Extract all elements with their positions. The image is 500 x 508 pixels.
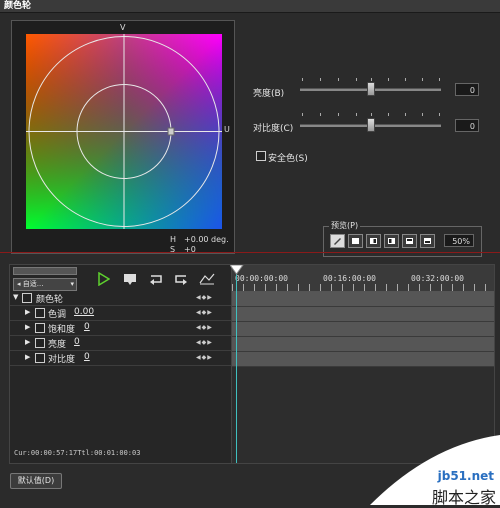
track-row-saturation[interactable] xyxy=(232,322,494,337)
timecode-status: Cur:00:00:57:17Ttl:00:01:00:03 xyxy=(14,449,141,457)
tree-label: 颜色轮 xyxy=(36,295,64,305)
playhead-line[interactable] xyxy=(236,265,237,463)
color-wheel[interactable] xyxy=(26,34,222,229)
brightness-slider-thumb[interactable] xyxy=(367,82,375,96)
keyframe-nav-icon[interactable]: ◀◆▶ xyxy=(196,309,213,316)
tree-value[interactable]: 0 xyxy=(74,337,80,347)
ruler-tick-label: 00:00:00:00 xyxy=(235,274,288,283)
keyframe-nav-icon[interactable]: ◀◆▶ xyxy=(196,324,213,331)
split-top-icon xyxy=(406,238,413,244)
ruler-tick-label: 00:32:00:00 xyxy=(411,274,464,283)
full-view-icon xyxy=(352,238,359,244)
hue-value: +0.00 deg. xyxy=(184,235,229,244)
axis-v-label: V xyxy=(120,23,126,32)
keyframe-nav-icon[interactable]: ◀◆▶ xyxy=(196,354,213,361)
keyframe-nav-icon[interactable]: ◀◆▶ xyxy=(196,294,213,301)
tree-label: 饱和度 xyxy=(48,325,76,335)
safe-color-checkbox[interactable] xyxy=(256,151,266,161)
hue-checkbox[interactable] xyxy=(35,308,45,318)
track-row-brightness[interactable] xyxy=(232,337,494,352)
tree-label: 亮度 xyxy=(48,340,67,350)
preview-zoom-field[interactable]: 50% xyxy=(444,234,474,247)
brightness-checkbox[interactable] xyxy=(35,338,45,348)
play-icon[interactable] xyxy=(98,272,110,286)
fit-dropdown-value: 自适... xyxy=(22,280,44,288)
expand-right-icon: ▶ xyxy=(25,308,31,316)
brightness-value-field[interactable]: 0 xyxy=(455,83,479,96)
tree-label: 色调 xyxy=(48,310,67,320)
contrast-checkbox[interactable] xyxy=(35,353,45,363)
timeline-ruler[interactable]: 00:00:00:00 00:16:00:00 00:32:00:00 xyxy=(232,265,494,292)
fit-dropdown[interactable]: ◂ 自适... ▾ xyxy=(13,278,77,291)
hue-label: H xyxy=(170,235,177,244)
expand-right-icon: ▶ xyxy=(25,353,31,361)
preview-label: 预览(P) xyxy=(329,220,361,231)
title-bar: 颜色轮 xyxy=(0,0,500,13)
contrast-slider-thumb[interactable] xyxy=(367,118,375,132)
watermark-brand: 脚本之家 xyxy=(431,488,496,507)
graph-icon[interactable] xyxy=(199,272,215,285)
contrast-label: 对比度(C) xyxy=(253,124,294,134)
preview-toggle-button[interactable] xyxy=(330,234,345,248)
prev-icon: ◂ xyxy=(17,280,21,288)
split-right-icon xyxy=(388,238,395,244)
timeline-panel: 00:00:00:00 00:16:00:00 00:32:00:00 xyxy=(230,264,495,464)
saturation-checkbox[interactable] xyxy=(35,323,45,333)
tree-label: 对比度 xyxy=(48,355,76,365)
add-keyframe-icon[interactable] xyxy=(123,273,137,285)
preview-full-button[interactable] xyxy=(348,234,363,248)
contrast-value-field[interactable]: 0 xyxy=(455,119,479,132)
ruler-ticks xyxy=(232,284,494,291)
tree-row-colorwheel[interactable]: ▼ 颜色轮 ◀◆▶ xyxy=(10,291,231,306)
preview-split-right-button[interactable] xyxy=(384,234,399,248)
divider-line xyxy=(0,252,500,253)
chevron-down-icon: ▾ xyxy=(70,280,74,288)
split-left-icon xyxy=(370,238,377,244)
zoom-slider[interactable] xyxy=(13,267,77,275)
window-title: 颜色轮 xyxy=(4,1,32,11)
watermark: jb51.net 脚本之家 xyxy=(360,435,500,507)
colorwheel-checkbox[interactable] xyxy=(22,293,32,303)
preview-split-bottom-button[interactable] xyxy=(420,234,435,248)
track-row-contrast[interactable] xyxy=(232,352,494,367)
expand-right-icon: ▶ xyxy=(25,338,31,346)
preview-split-top-button[interactable] xyxy=(402,234,417,248)
prev-keyframe-icon[interactable] xyxy=(149,273,163,285)
tree-row-brightness[interactable]: ▶ 亮度 0 ◀◆▶ xyxy=(10,336,231,351)
safe-color-label: 安全色(S) xyxy=(268,154,308,164)
expand-right-icon: ▶ xyxy=(25,323,31,331)
expand-down-icon: ▼ xyxy=(13,293,19,301)
tree-value[interactable]: 0 xyxy=(84,352,90,362)
tree-value[interactable]: 0.00 xyxy=(74,307,94,317)
track-row-hue[interactable] xyxy=(232,307,494,322)
split-bottom-icon xyxy=(424,238,431,244)
preview-icon xyxy=(334,238,341,245)
track-row-colorwheel[interactable] xyxy=(232,292,494,307)
watermark-site: jb51.net xyxy=(437,469,494,483)
brightness-label: 亮度(B) xyxy=(253,89,285,99)
default-button[interactable]: 默认值(D) xyxy=(10,473,62,489)
axis-u-label: U xyxy=(224,125,230,134)
keyframe-nav-icon[interactable]: ◀◆▶ xyxy=(196,339,213,346)
keyframe-tree-panel: ◂ 自适... ▾ ▼ 颜色轮 ◀◆▶ ▶ 色调 0.00 ◀◆▶ ▶ 饱和度 … xyxy=(9,264,232,464)
tree-row-hue[interactable]: ▶ 色调 0.00 ◀◆▶ xyxy=(10,306,231,321)
next-keyframe-icon[interactable] xyxy=(174,273,188,285)
preview-split-left-button[interactable] xyxy=(366,234,381,248)
tree-value[interactable]: 0 xyxy=(84,322,90,332)
tree-row-saturation[interactable]: ▶ 饱和度 0 ◀◆▶ xyxy=(10,321,231,336)
playhead-marker-icon[interactable] xyxy=(230,265,244,275)
ruler-tick-label: 00:16:00:00 xyxy=(323,274,376,283)
color-wheel-panel: V U H +0.00 deg. S +0 xyxy=(11,20,235,254)
tree-row-contrast[interactable]: ▶ 对比度 0 ◀◆▶ xyxy=(10,351,231,366)
